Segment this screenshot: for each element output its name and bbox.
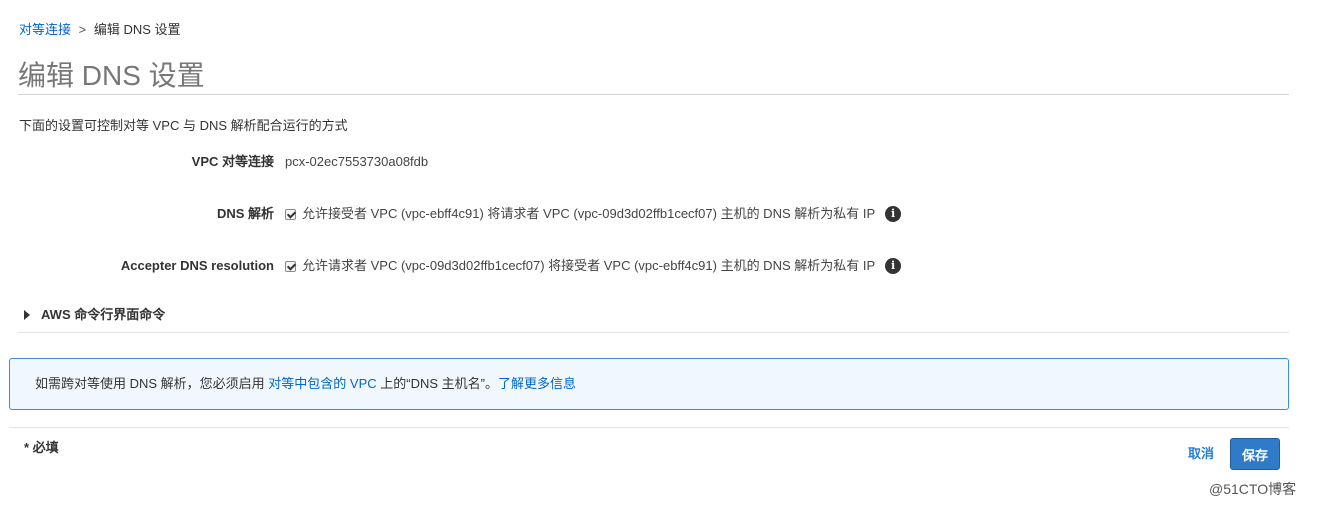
page-title: 编辑 DNS 设置: [18, 60, 205, 91]
caret-right-icon: [24, 310, 30, 320]
cancel-button[interactable]: 取消: [1188, 446, 1214, 462]
peering-connection-value: pcx-02ec7553730a08fdb: [285, 154, 429, 169]
page-description: 下面的设置可控制对等 VPC 与 DNS 解析配合运行的方式: [19, 118, 348, 133]
breadcrumb-peering-link[interactable]: 对等连接: [19, 22, 71, 37]
title-divider: [18, 94, 1289, 95]
dns-hostnames-info-alert: 如需跨对等使用 DNS 解析，您必须启用 对等中包含的 VPC 上的“DNS 主…: [9, 358, 1289, 410]
dns-resolution-label: DNS 解析: [216, 206, 274, 221]
info-text-before: 如需跨对等使用 DNS 解析，您必须启用: [35, 376, 269, 391]
dns-resolution-text: 允许接受者 VPC (vpc-ebff4c91) 将请求者 VPC (vpc-0…: [302, 206, 876, 221]
learn-more-link[interactable]: 了解更多信息: [498, 376, 576, 391]
required-note: * 必填: [24, 440, 59, 455]
cli-divider: [18, 332, 1289, 333]
dns-resolution-checkbox[interactable]: [285, 208, 296, 220]
info-icon[interactable]: i: [885, 258, 902, 274]
aws-cli-commands-toggle[interactable]: AWS 命令行界面命令: [24, 306, 165, 324]
breadcrumb-current: 编辑 DNS 设置: [93, 22, 181, 37]
aws-cli-commands-label: AWS 命令行界面命令: [41, 307, 166, 322]
breadcrumb-separator: >: [78, 22, 87, 37]
save-button[interactable]: 保存: [1230, 438, 1280, 470]
accepter-dns-resolution-text: 允许请求者 VPC (vpc-09d3d02ffb1cecf07) 将接受者 V…: [302, 258, 876, 273]
accepter-dns-resolution-label: Accepter DNS resolution: [120, 258, 274, 273]
watermark: @51CTO博客: [1209, 481, 1297, 497]
footer-divider: [9, 427, 1289, 428]
peered-vpcs-link[interactable]: 对等中包含的 VPC: [268, 376, 376, 391]
peering-connection-row: VPC 对等连接 pcx-02ec7553730a08fdb: [0, 153, 1000, 173]
breadcrumb: 对等连接 > 编辑 DNS 设置: [19, 22, 181, 38]
edit-dns-settings-page: 对等连接 > 编辑 DNS 设置 编辑 DNS 设置 下面的设置可控制对等 VP…: [0, 0, 1318, 507]
accepter-dns-resolution-checkbox[interactable]: [285, 260, 296, 272]
peering-connection-label: VPC 对等连接: [191, 154, 274, 169]
info-text-after: 上的“DNS 主机名”。: [376, 376, 498, 391]
info-icon[interactable]: i: [885, 206, 902, 222]
dns-resolution-row: DNS 解析 允许接受者 VPC (vpc-ebff4c91) 将请求者 VPC…: [0, 205, 1000, 225]
accepter-dns-resolution-row: Accepter DNS resolution 允许请求者 VPC (vpc-0…: [0, 257, 1000, 277]
